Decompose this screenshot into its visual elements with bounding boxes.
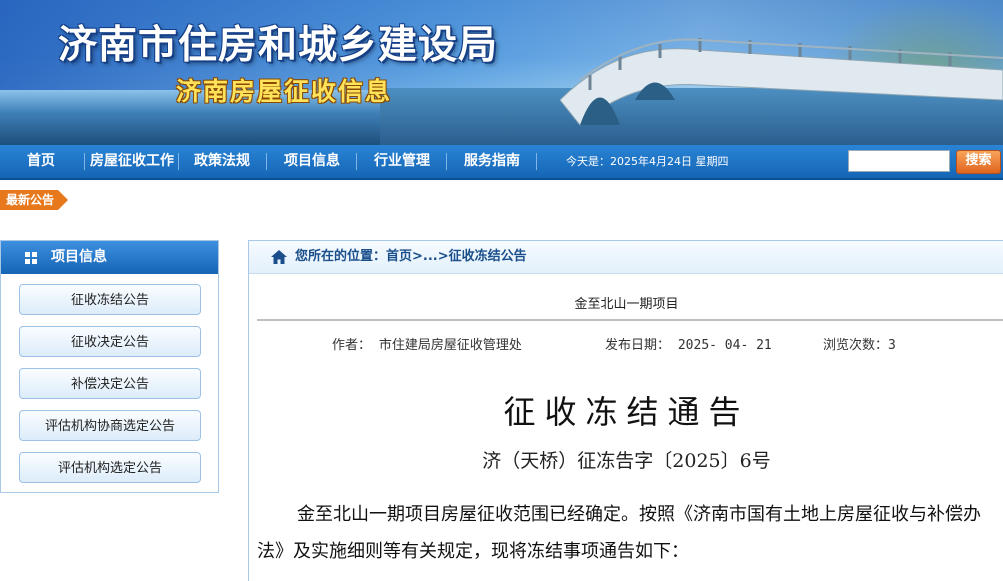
sidebar-item-decision-notice[interactable]: 征收决定公告: [19, 326, 201, 357]
nav-service-guide[interactable]: 服务指南: [456, 145, 528, 178]
breadcrumb-prefix: 您所在的位置：: [295, 249, 387, 264]
latest-notice-tag: 最新公告: [0, 190, 68, 210]
breadcrumb-current-link[interactable]: 征收冻结公告: [449, 249, 527, 264]
main-content: 您所在的位置：首页>...>征收冻结公告 金至北山一期项目 作者： 市住建局房屋…: [248, 240, 1003, 581]
nav-divider: [536, 153, 537, 170]
date-label: 发布日期：: [605, 338, 671, 353]
home-icon: [271, 250, 287, 264]
nav-expropriation-work[interactable]: 房屋征收工作: [86, 145, 178, 178]
nav-home[interactable]: 首页: [12, 145, 70, 178]
site-title: 济南市住房和城乡建设局: [58, 22, 499, 68]
search-button[interactable]: 搜索: [956, 150, 1001, 174]
grid-icon: [25, 252, 37, 264]
document-number: 济（天桥）征冻告字〔2025〕6号: [482, 450, 771, 472]
bridge-illustration: [560, 38, 1003, 126]
sidebar-item-appraisal-selection-notice[interactable]: 评估机构选定公告: [19, 452, 201, 483]
views-meta: 浏览次数：3: [823, 334, 896, 353]
project-title: 金至北山一期项目: [574, 297, 679, 312]
sidebar: 项目信息 征收冻结公告 征收决定公告 补偿决定公告 评估机构协商选定公告 评估机…: [0, 240, 219, 493]
author-label: 作者：: [332, 338, 372, 353]
header-banner: 济南市住房和城乡建设局 济南房屋征收信息: [0, 0, 1003, 145]
nav-divider: [446, 153, 447, 170]
search-input[interactable]: [848, 150, 950, 172]
title-divider: [257, 319, 1003, 321]
nav-divider: [266, 153, 267, 170]
nav-divider: [356, 153, 357, 170]
notice-title: 征收冻结通告: [503, 393, 750, 431]
sidebar-header: 项目信息: [1, 241, 218, 274]
main-nav: 首页 房屋征收工作 政策法规 项目信息 行业管理 服务指南 今天是：2025年4…: [0, 145, 1003, 180]
author-meta: 作者： 市住建局房屋征收管理处: [332, 334, 522, 353]
sidebar-item-compensation-notice[interactable]: 补偿决定公告: [19, 368, 201, 399]
breadcrumb-home-link[interactable]: 首页: [386, 249, 412, 264]
nav-policy[interactable]: 政策法规: [186, 145, 258, 178]
nav-divider: [178, 153, 179, 170]
sidebar-item-appraisal-negotiation-notice[interactable]: 评估机构协商选定公告: [19, 410, 201, 441]
notice-body: 金至北山一期项目房屋征收范围已经确定。按照《济南市国有土地上房屋征收与补偿办法》…: [257, 504, 981, 562]
today-date: 今天是：2025年4月24日 星期四: [566, 155, 729, 168]
date-meta: 发布日期： 2025- 04- 21: [605, 334, 772, 353]
breadcrumb-separator: >...>: [412, 249, 449, 264]
date-value: 2025- 04- 21: [677, 338, 772, 353]
author-value: 市住建局房屋征收管理处: [378, 338, 522, 353]
views-label: 浏览次数：: [823, 338, 889, 353]
views-value: 3: [888, 338, 896, 353]
sidebar-item-freeze-notice[interactable]: 征收冻结公告: [19, 284, 201, 315]
nav-industry[interactable]: 行业管理: [366, 145, 438, 178]
sidebar-title: 项目信息: [51, 249, 107, 265]
nav-divider: [84, 153, 85, 170]
site-subtitle: 济南房屋征收信息: [176, 77, 393, 106]
breadcrumb: 您所在的位置：首页>...>征收冻结公告: [249, 241, 1003, 274]
nav-project-info[interactable]: 项目信息: [276, 145, 348, 178]
